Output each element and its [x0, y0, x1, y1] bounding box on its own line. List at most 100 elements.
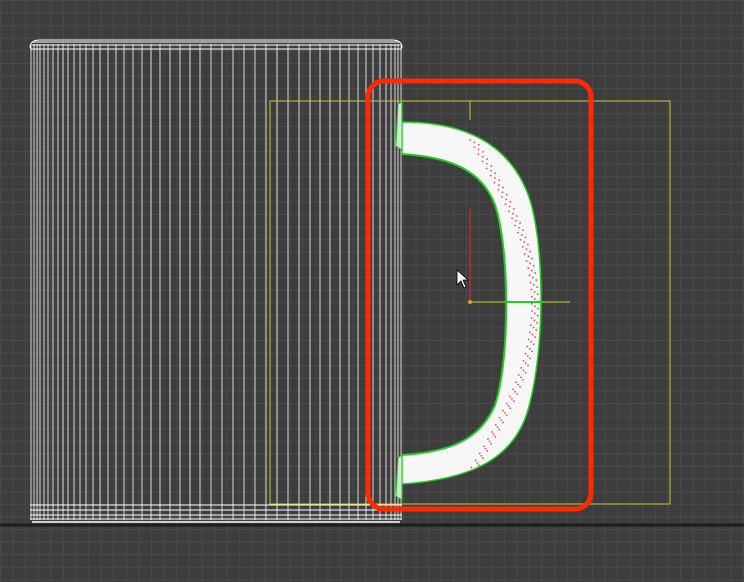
- stipple-dot: [485, 162, 488, 165]
- stipple-dot: [504, 412, 506, 414]
- stipple-dot: [497, 188, 500, 191]
- stipple-dot: [520, 234, 523, 236]
- stipple-dot: [535, 279, 538, 281]
- stipple-dot: [517, 374, 520, 376]
- stipple-dot: [490, 442, 493, 445]
- stipple-dot: [524, 352, 527, 355]
- stipple-dot: [531, 302, 533, 305]
- stipple-dot: [504, 203, 507, 206]
- stipple-dot: [481, 155, 484, 158]
- mug-body-wireframe[interactable]: [29, 39, 403, 523]
- stipple-dot: [474, 459, 477, 462]
- stipple-dot: [514, 390, 516, 393]
- stipple-dot: [534, 305, 536, 308]
- stipple-dot: [530, 317, 533, 319]
- stipple-dot: [473, 141, 476, 144]
- stipple-dot: [531, 350, 533, 353]
- stipple-dot: [531, 310, 533, 312]
- stipple-dot: [477, 464, 480, 467]
- stipple-dot: [469, 139, 471, 141]
- stipple-dot: [525, 248, 528, 251]
- stipple-dot: [516, 393, 518, 395]
- stipple-dot: [505, 193, 508, 196]
- stipple-dot: [536, 293, 539, 296]
- stipple-dot: [500, 419, 503, 422]
- stipple-dot: [522, 229, 524, 232]
- handle-inner-edge: [401, 153, 508, 456]
- stipple-dot: [531, 257, 533, 260]
- stipple-dot: [527, 364, 529, 367]
- stipple-dot: [534, 272, 537, 274]
- stipple-dot: [529, 250, 532, 253]
- stipple-dot: [529, 357, 532, 360]
- stipple-dot: [512, 212, 514, 215]
- stipple-dot: [528, 348, 531, 350]
- stipple-dot: [482, 150, 484, 153]
- stipple-dot: [516, 215, 518, 217]
- stipple-dot: [512, 400, 515, 403]
- stipple-dot: [494, 177, 496, 179]
- stipple-dot: [536, 286, 539, 289]
- stipple-dot: [522, 369, 525, 372]
- stipple-dot: [516, 231, 519, 234]
- stipple-dot: [486, 450, 489, 452]
- stipple-dot: [502, 409, 505, 412]
- stipple-dot: [489, 174, 492, 177]
- stipple-dot: [532, 276, 534, 279]
- stipple-dot: [529, 324, 532, 327]
- handle-top-cap: [395, 101, 403, 151]
- stipple-dot: [527, 243, 529, 246]
- stipple-dot: [510, 397, 513, 400]
- stipple-dot: [512, 207, 515, 210]
- stipple-dot: [532, 326, 535, 329]
- stipple-dot: [529, 331, 531, 334]
- stipple-dot: [494, 423, 497, 426]
- stipple-dot: [532, 264, 535, 267]
- stipple-dot: [522, 378, 524, 381]
- stipple-dot: [527, 338, 530, 341]
- stipple-dot: [530, 295, 533, 298]
- stipple-dot: [534, 336, 537, 338]
- stipple-dot: [525, 260, 528, 262]
- stipple-dot: [477, 148, 480, 151]
- stipple-dot: [528, 274, 531, 277]
- stipple-dot: [494, 172, 497, 175]
- stipple-dot: [480, 454, 483, 457]
- stipple-dot: [484, 447, 487, 450]
- stipple-dot: [508, 205, 511, 208]
- stipple-dot: [505, 414, 508, 417]
- stipple-dot: [482, 457, 484, 460]
- stipple-dot: [527, 255, 530, 258]
- stipple-dot: [511, 217, 513, 220]
- stipple-dot: [505, 198, 508, 201]
- stipple-dot: [507, 404, 510, 407]
- stipple-dot: [470, 466, 473, 469]
- stipple-dot: [491, 431, 493, 433]
- stipple-dot: [494, 435, 497, 438]
- stipple-dot: [481, 160, 484, 163]
- stipple-dot: [493, 181, 496, 184]
- stipple-dot: [518, 226, 520, 229]
- stipple-dot: [477, 153, 480, 156]
- stipple-dot: [533, 319, 536, 322]
- stipple-dot: [526, 345, 529, 348]
- stipple-dot: [492, 433, 495, 436]
- handle-bottom-cap: [395, 454, 403, 501]
- gizmo-pivot[interactable]: [468, 300, 472, 304]
- stipple-dot: [524, 362, 527, 365]
- stipple-dot: [477, 143, 480, 146]
- stipple-dot: [521, 245, 524, 248]
- stipple-dot: [519, 222, 521, 224]
- stipple-dot: [533, 291, 536, 293]
- stipple-dot: [530, 288, 533, 291]
- stipple-dot: [498, 416, 501, 419]
- stipple-dot: [490, 165, 493, 168]
- stipple-dot: [487, 438, 489, 441]
- stipple-dot: [485, 167, 488, 170]
- stipple-dot: [527, 267, 530, 270]
- 3d-viewport[interactable]: [0, 0, 744, 582]
- stipple-dot: [482, 445, 485, 448]
- viewport-scene[interactable]: [0, 0, 744, 582]
- stipple-dot: [486, 158, 489, 160]
- stipple-dot: [488, 440, 491, 443]
